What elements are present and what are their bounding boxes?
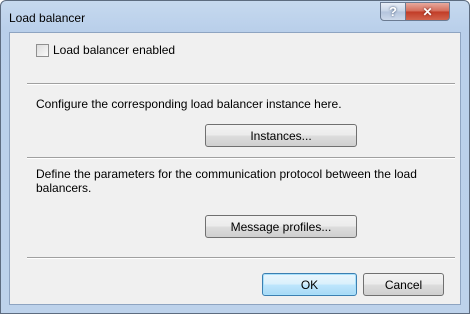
dialog-window: Load balancer ? ✕ Load balancer enabled … (0, 0, 470, 314)
close-icon: ✕ (422, 4, 433, 19)
separator (27, 257, 455, 259)
instance-description: Configure the corresponding load balance… (36, 97, 342, 111)
cancel-button[interactable]: Cancel (363, 273, 444, 296)
help-button[interactable]: ? (380, 2, 406, 21)
close-button[interactable]: ✕ (405, 2, 450, 21)
load-balancer-enabled-checkbox[interactable] (36, 43, 49, 57)
dialog-body: Load balancer enabled Configure the corr… (9, 32, 461, 305)
separator (27, 157, 455, 159)
protocol-description: Define the parameters for the communicat… (36, 167, 417, 195)
window-title: Load balancer (9, 11, 86, 25)
instances-button[interactable]: Instances... (205, 124, 357, 147)
load-balancer-enabled-label: Load balancer enabled (53, 43, 176, 57)
ok-button[interactable]: OK (262, 273, 357, 296)
title-bar[interactable]: Load balancer ? ✕ (1, 1, 469, 33)
separator (27, 83, 455, 85)
help-icon: ? (389, 4, 397, 19)
message-profiles-button[interactable]: Message profiles... (205, 215, 357, 238)
load-balancer-enabled-option[interactable]: Load balancer enabled (36, 43, 175, 57)
